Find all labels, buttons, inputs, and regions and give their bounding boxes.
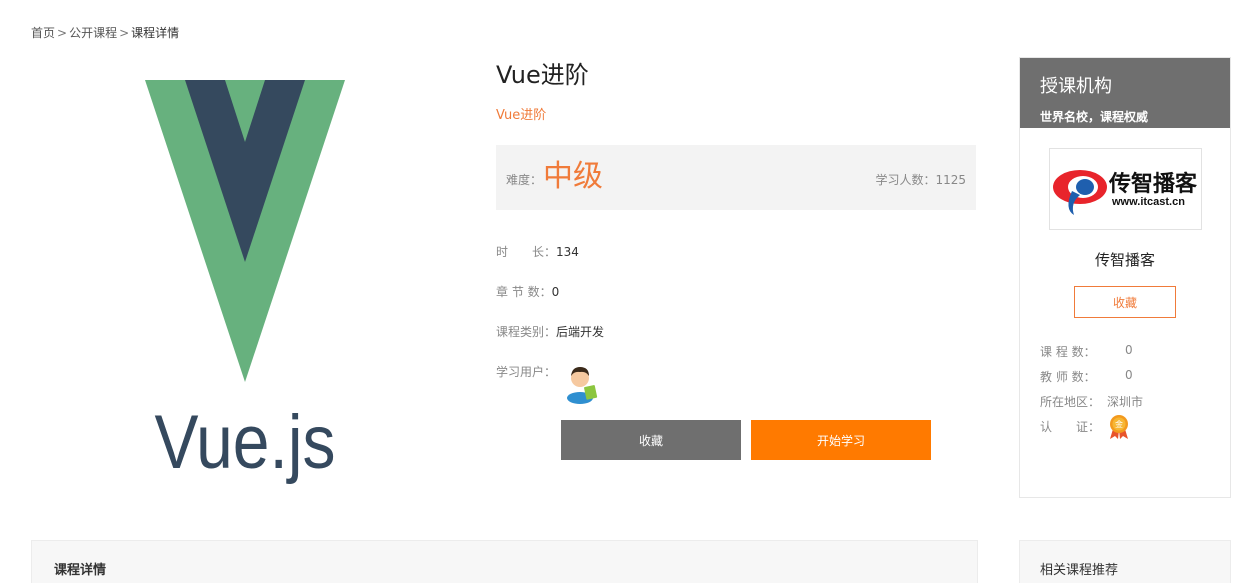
breadcrumb-current: 课程详情 bbox=[131, 26, 180, 40]
org-location-value: 深圳市 bbox=[1107, 395, 1144, 409]
breadcrumb-home-link[interactable]: 首页 bbox=[31, 26, 55, 40]
org-course-count-label: 课 程 数： bbox=[1040, 345, 1096, 359]
related-courses-panel: 相关课程推荐 bbox=[1019, 540, 1231, 583]
difficulty-value: 中级 bbox=[543, 159, 603, 194]
organization-section-title: 授课机构 bbox=[1040, 76, 1112, 97]
gold-certification-badge-text: 金 bbox=[1115, 419, 1123, 429]
org-teacher-count-label: 教 师 数： bbox=[1040, 370, 1096, 384]
chapters-label: 章 节 数： bbox=[496, 285, 552, 299]
org-course-count-value: 0 bbox=[1125, 343, 1133, 357]
org-certification: 认 证： 金 bbox=[1040, 415, 1128, 439]
course-subtitle: Vue进阶 bbox=[496, 108, 547, 123]
category-row: 课程类别：后端开发 bbox=[496, 323, 604, 340]
breadcrumb: 首页 > 公开课程 > 课程详情 bbox=[31, 24, 179, 41]
org-course-count: 课 程 数： 0 bbox=[1040, 343, 1133, 360]
category-value: 后端开发 bbox=[556, 325, 605, 339]
org-certification-label: 认 证： bbox=[1040, 420, 1101, 434]
learners-row: 学习用户： bbox=[496, 363, 556, 380]
category-label: 课程类别： bbox=[496, 325, 557, 339]
organization-logo-url: www.itcast.cn bbox=[1111, 196, 1185, 208]
org-location: 所在地区： 深圳市 bbox=[1040, 393, 1143, 410]
gold-certification-badge-icon: 金 bbox=[1108, 414, 1130, 440]
org-teacher-count-value: 0 bbox=[1125, 368, 1133, 382]
learner-avatar[interactable] bbox=[562, 362, 602, 404]
duration-value: 134 bbox=[556, 245, 579, 259]
difficulty-panel: 难度： 中级 学习人数：1125 bbox=[496, 145, 976, 210]
learners-label: 学习用户： bbox=[496, 365, 557, 379]
course-title: Vue进阶 bbox=[496, 61, 589, 89]
breadcrumb-public-courses-link[interactable]: 公开课程 bbox=[69, 26, 117, 40]
org-location-label: 所在地区： bbox=[1040, 395, 1101, 409]
start-learning-button[interactable]: 开始学习 bbox=[751, 420, 931, 460]
course-cover-image: Vue.js bbox=[130, 62, 360, 502]
course-detail-tab[interactable]: 课程详情 bbox=[31, 540, 978, 583]
breadcrumb-separator: > bbox=[119, 26, 130, 40]
organization-header: 授课机构 世界名校，课程权威 bbox=[1020, 58, 1230, 128]
course-info: Vue进阶 Vue进阶 难度： 中级 学习人数：1125 时 长：134 章 节… bbox=[496, 58, 976, 460]
organization-tagline: 世界名校，课程权威 bbox=[1040, 110, 1149, 124]
student-count-value: 1125 bbox=[935, 173, 966, 187]
organization-logo[interactable]: 传智播客 www.itcast.cn bbox=[1049, 148, 1202, 230]
organization-logo-text: 传智播客 bbox=[1108, 171, 1198, 197]
student-count-label: 学习人数： bbox=[875, 173, 936, 187]
course-detail-tab-label: 课程详情 bbox=[54, 563, 107, 578]
favorite-organization-button[interactable]: 收藏 bbox=[1074, 286, 1176, 318]
vue-logo-wordmark: Vue.js bbox=[155, 401, 336, 485]
duration-label: 时 长： bbox=[496, 245, 557, 259]
org-teacher-count: 教 师 数： 0 bbox=[1040, 368, 1133, 385]
organization-name: 传智播客 bbox=[1094, 251, 1155, 269]
duration-row: 时 长：134 bbox=[496, 243, 579, 260]
student-count: 学习人数：1125 bbox=[875, 171, 966, 188]
chapters-value: 0 bbox=[551, 285, 560, 299]
favorite-course-button[interactable]: 收藏 bbox=[561, 420, 741, 460]
organization-panel: 授课机构 世界名校，课程权威 传智播客 www.itcast.cn 传智播客 收… bbox=[1019, 57, 1231, 498]
chapters-row: 章 节 数：0 bbox=[496, 283, 559, 300]
related-courses-title: 相关课程推荐 bbox=[1040, 563, 1119, 578]
breadcrumb-separator: > bbox=[57, 26, 68, 40]
difficulty-label: 难度： bbox=[506, 173, 543, 187]
